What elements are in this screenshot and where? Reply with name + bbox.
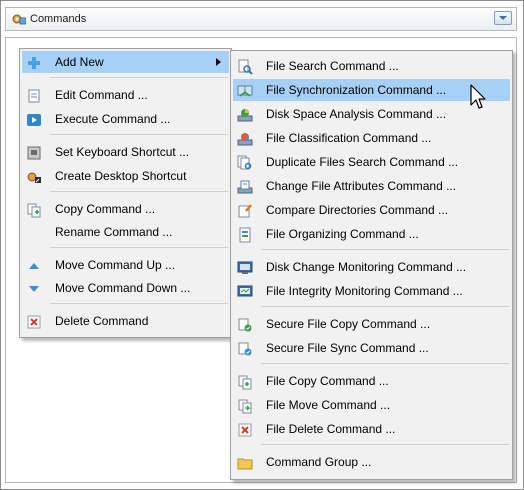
menu-separator [50,191,228,192]
menu-item-edit-command[interactable]: Edit Command ... [22,84,229,106]
submenu-item-disk-change-monitoring[interactable]: Disk Change Monitoring Command ... [233,256,510,278]
submenu-item-secure-file-sync[interactable]: Secure File Sync Command ... [233,337,510,359]
copy-icon [27,203,41,218]
menu-item-create-desktop-shortcut[interactable]: Create Desktop Shortcut [22,165,229,187]
arrow-up-icon [29,263,39,269]
delete-icon [27,315,41,329]
chevron-down-icon [499,16,507,20]
menu-separator [50,77,228,78]
submenu-item-file-copy[interactable]: File Copy Command ... [233,370,510,392]
duplicate-search-icon [237,155,252,170]
file-sync-icon [237,85,253,97]
commands-icon [12,14,26,25]
secure-sync-icon [238,342,252,356]
file-delete-icon [238,423,252,437]
menu-item-add-new[interactable]: Add New [22,51,229,73]
submenu-arrow-icon [216,58,221,66]
integrity-monitor-icon [237,285,253,297]
submenu-item-file-move[interactable]: File Move Command ... [233,394,510,416]
submenu-item-file-organizing[interactable]: File Organizing Command ... [233,223,510,245]
submenu-item-change-file-attributes[interactable]: Change File Attributes Command ... [233,175,510,197]
file-search-icon [238,59,253,75]
disk-space-icon [237,109,253,122]
file-move-icon [238,399,252,414]
submenu-item-file-delete[interactable]: File Delete Command ... [233,418,510,440]
context-menu: Add New Edit Command ... Execute Command… [19,48,232,338]
mouse-cursor-icon [470,84,486,109]
menu-item-move-command-down[interactable]: Move Command Down ... [22,277,229,299]
submenu-separator [261,249,509,250]
change-monitor-icon [237,261,253,274]
menu-item-rename-command[interactable]: Rename Command ... [22,221,229,243]
panel-header: Commands [5,7,517,31]
edit-icon [28,89,40,103]
submenu-separator [261,363,509,364]
menu-item-execute-command[interactable]: Execute Command ... [22,108,229,130]
menu-item-copy-command[interactable]: Copy Command ... [22,198,229,220]
execute-icon [27,114,41,126]
submenu-item-disk-space-analysis[interactable]: Disk Space Analysis Command ... [233,103,510,125]
menu-item-set-keyboard-shortcut[interactable]: Set Keyboard Shortcut ... [22,141,229,163]
classification-icon [237,133,253,146]
file-copy-icon [238,375,252,390]
menu-item-move-command-up[interactable]: Move Command Up ... [22,254,229,276]
menu-separator [50,134,228,135]
submenu-separator [261,444,509,445]
submenu-item-secure-file-copy[interactable]: Secure File Copy Command ... [233,313,510,335]
folder-icon [237,458,253,470]
arrow-down-icon [29,286,39,292]
submenu-item-compare-directories[interactable]: Compare Directories Command ... [233,199,510,221]
submenu-item-duplicate-files-search[interactable]: Duplicate Files Search Command ... [233,151,510,173]
secure-copy-icon [238,318,252,332]
menu-item-delete-command[interactable]: Delete Command [22,310,229,332]
submenu-item-command-group[interactable]: Command Group ... [233,451,510,473]
add-new-submenu: File Search Command ... File Synchroniza… [230,50,513,480]
keyboard-icon [27,146,41,160]
menu-separator [50,303,228,304]
compare-icon [238,204,252,218]
add-icon [28,57,40,69]
submenu-item-file-synchronization[interactable]: File Synchronization Command ... [233,79,510,101]
submenu-separator [261,306,509,307]
attributes-icon [237,180,253,194]
desktop-shortcut-icon [27,172,41,183]
submenu-item-file-classification[interactable]: File Classification Command ... [233,127,510,149]
menu-separator [50,247,228,248]
submenu-item-file-integrity-monitoring[interactable]: File Integrity Monitoring Command ... [233,280,510,302]
panel-dropdown-button[interactable] [494,11,512,25]
submenu-item-file-search[interactable]: File Search Command ... [233,55,510,77]
organizing-icon [239,227,251,243]
panel-title: Commands [30,13,87,25]
